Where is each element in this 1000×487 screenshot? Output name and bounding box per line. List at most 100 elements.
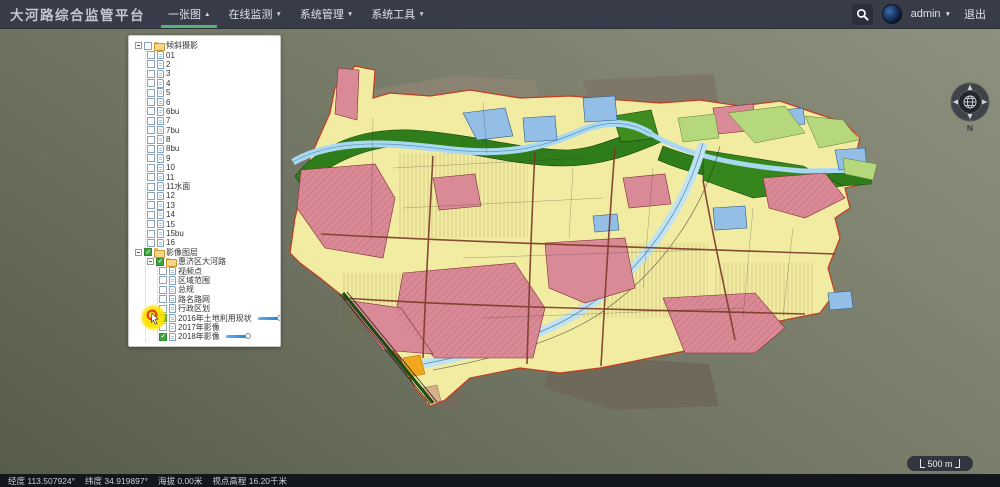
layer-checkbox[interactable] [147,192,155,200]
compass-widget[interactable]: N [949,81,991,135]
layer-checkbox[interactable] [147,154,155,162]
tree-node[interactable]: 2017年影像 [159,323,280,332]
layer-checkbox[interactable] [147,145,155,153]
layer-label[interactable]: 01 [166,51,175,60]
tree-node[interactable]: 倾斜摄影 [135,41,280,50]
top-menu-item-0[interactable]: 一张图▲ [159,0,219,28]
layer-label[interactable]: 2016年土地利用现状 [178,314,252,323]
tree-node[interactable]: 2016年土地利用现状 [159,313,280,322]
tree-node[interactable]: 14 [147,210,280,219]
layer-label[interactable]: 行政区划 [178,304,210,313]
layer-checkbox[interactable] [147,230,155,238]
tree-node[interactable]: 2018年影像 [159,332,280,341]
tree-node[interactable]: 行政区划 [159,304,280,313]
user-avatar[interactable] [882,4,902,24]
opacity-slider[interactable] [226,335,248,338]
layer-checkbox[interactable] [147,211,155,219]
tree-node[interactable]: 15 [147,219,280,228]
tree-node[interactable]: 13 [147,201,280,210]
tree-node[interactable]: 8bu [147,144,280,153]
tree-node[interactable]: 6 [147,97,280,106]
layer-label[interactable]: 视频点 [178,267,202,276]
layer-checkbox[interactable] [147,201,155,209]
layer-label[interactable]: 影像图层 [166,248,198,257]
layer-label[interactable]: 15bu [166,229,184,238]
layer-checkbox[interactable] [159,333,167,341]
slider-handle[interactable] [245,333,251,339]
slider-handle[interactable] [277,315,281,321]
top-menu-item-3[interactable]: 系统工具▼ [362,0,433,28]
layer-checkbox[interactable] [147,183,155,191]
collapse-icon[interactable] [135,42,142,49]
layer-label[interactable]: 2018年影像 [178,332,220,341]
tree-node[interactable]: 01 [147,50,280,59]
top-menu-item-1[interactable]: 在线监测▼ [219,0,290,28]
layer-checkbox[interactable] [159,267,167,275]
tree-node[interactable]: 7bu [147,126,280,135]
layer-label[interactable]: 12 [166,191,175,200]
layer-label[interactable]: 5 [166,88,170,97]
layer-checkbox[interactable] [147,173,155,181]
layer-label[interactable]: 15 [166,220,175,229]
layer-checkbox[interactable] [147,98,155,106]
tree-node[interactable]: 9 [147,154,280,163]
layer-checkbox[interactable] [147,117,155,125]
layer-label[interactable]: 7 [166,116,170,125]
search-button[interactable] [852,4,873,25]
layer-checkbox[interactable] [159,305,167,313]
tree-node[interactable]: 7 [147,116,280,125]
layer-label[interactable]: 6bu [166,107,179,116]
layer-checkbox[interactable] [147,239,155,247]
tree-node[interactable]: 总规 [159,285,280,294]
layer-label[interactable]: 7bu [166,126,179,135]
tree-node[interactable]: 11 [147,172,280,181]
layer-checkbox[interactable] [147,107,155,115]
tree-node[interactable]: 4 [147,79,280,88]
layer-label[interactable]: 9 [166,154,170,163]
layer-checkbox[interactable] [156,258,164,266]
tree-node[interactable]: 10 [147,163,280,172]
opacity-slider[interactable] [258,317,280,320]
layer-label[interactable]: 总规 [178,285,194,294]
tree-node[interactable]: 区域范围 [159,276,280,285]
layer-checkbox[interactable] [159,323,167,331]
collapse-icon[interactable] [147,258,154,265]
layer-checkbox[interactable] [159,286,167,294]
layer-checkbox[interactable] [159,295,167,303]
layer-label[interactable]: 11 [166,173,174,182]
layer-label[interactable]: 惠济区大河路 [178,257,226,266]
user-menu[interactable]: admin ▼ [911,8,951,20]
layer-label[interactable]: 10 [166,163,175,172]
collapse-icon[interactable] [135,249,142,256]
tree-node[interactable]: 11水面 [147,182,280,191]
top-menu-item-2[interactable]: 系统管理▼ [291,0,362,28]
layer-label[interactable]: 8 [166,135,170,144]
layer-checkbox[interactable] [147,51,155,59]
layer-checkbox[interactable] [147,79,155,87]
layer-label[interactable]: 2017年影像 [178,323,220,332]
layer-checkbox[interactable] [159,276,167,284]
layer-checkbox[interactable] [147,60,155,68]
layer-checkbox[interactable] [147,89,155,97]
layer-label[interactable]: 2 [166,60,170,69]
tree-node[interactable]: 惠济区大河路 [147,257,280,266]
tree-node[interactable]: 8 [147,135,280,144]
layer-label[interactable]: 8bu [166,144,179,153]
layer-checkbox[interactable] [159,314,167,322]
layer-checkbox[interactable] [147,136,155,144]
layer-label[interactable]: 3 [166,69,170,78]
layer-label[interactable]: 倾斜摄影 [166,41,198,50]
layer-checkbox[interactable] [147,164,155,172]
tree-node[interactable]: 15bu [147,229,280,238]
layer-checkbox[interactable] [147,220,155,228]
layer-checkbox[interactable] [144,248,152,256]
tree-node[interactable]: 3 [147,69,280,78]
tree-node[interactable]: 视频点 [159,266,280,275]
layer-checkbox[interactable] [147,70,155,78]
layer-checkbox[interactable] [144,42,152,50]
layer-label[interactable]: 6 [166,98,170,107]
layer-label[interactable]: 4 [166,79,170,88]
layer-checkbox[interactable] [147,126,155,134]
logout-button[interactable]: 退出 [964,6,986,22]
tree-node[interactable]: 影像图层 [135,248,280,257]
